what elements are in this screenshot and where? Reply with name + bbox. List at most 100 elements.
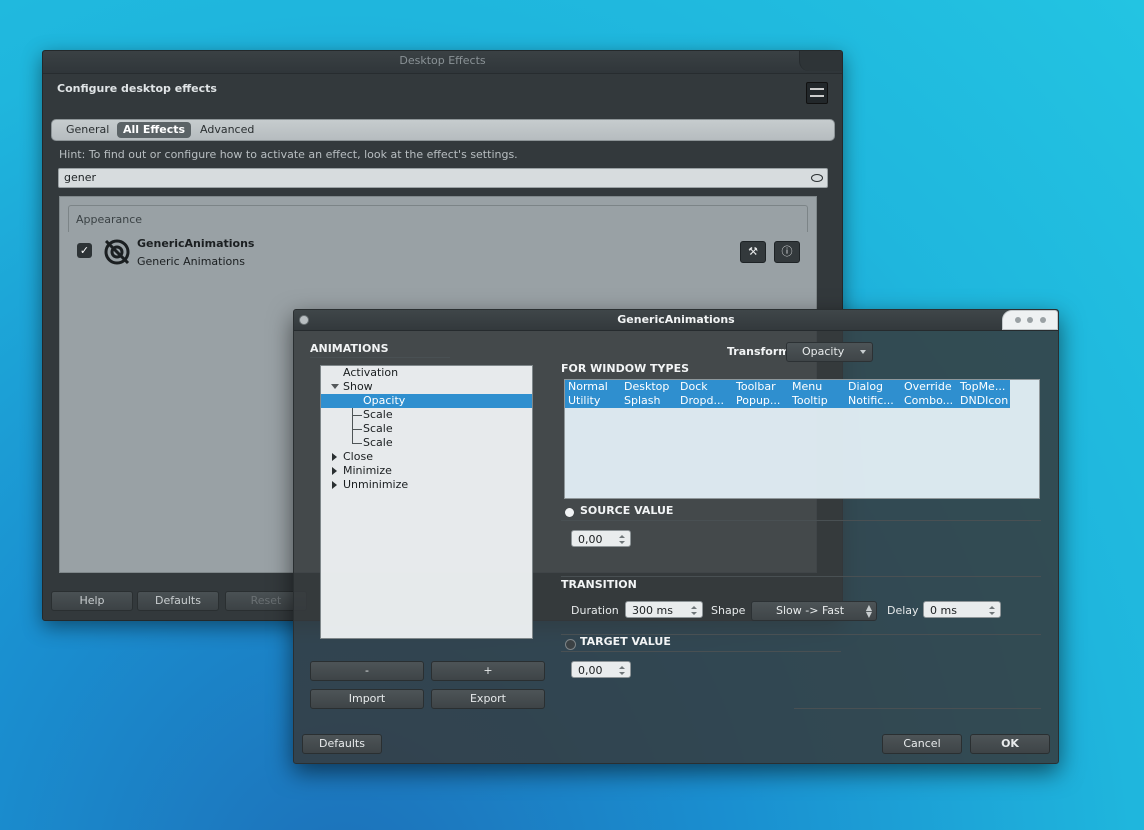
tree-item-show[interactable]: Show (321, 380, 532, 394)
cancel-button[interactable]: Cancel (882, 734, 962, 754)
animation-icon (104, 239, 130, 265)
tab-general[interactable]: General (60, 122, 115, 138)
window-type-item[interactable]: Notific... (845, 394, 904, 408)
transform-select[interactable]: Opacity (786, 342, 873, 362)
window-types-label: FOR WINDOW TYPES (561, 362, 690, 375)
animations-tree[interactable]: Activation Show Opacity Scale Scale Scal… (320, 365, 533, 639)
defaults-button[interactable]: Defaults (302, 734, 382, 754)
source-value-spinbox[interactable]: 0,00 (571, 530, 631, 547)
window-title: Desktop Effects (43, 51, 842, 74)
window-type-item[interactable]: Tooltip (789, 394, 848, 408)
target-value-spinbox[interactable]: 0,00 (571, 661, 631, 678)
effect-enable-checkbox[interactable]: ✓ (77, 243, 92, 258)
source-value-radio[interactable] (565, 508, 574, 517)
target-value-label: TARGET VALUE (580, 635, 671, 648)
window-type-item[interactable]: Popup... (733, 394, 792, 408)
collapsed-arrow-icon[interactable] (332, 453, 337, 461)
spin-up-icon[interactable] (619, 666, 625, 669)
tree-item-activation[interactable]: Activation (321, 366, 532, 380)
remove-animation-button[interactable]: - (310, 661, 424, 681)
updown-arrows-icon: ▲ ▼ (865, 603, 872, 619)
spin-down-icon[interactable] (619, 541, 625, 544)
add-animation-button[interactable]: + (431, 661, 545, 681)
configure-tools-button[interactable]: ⚒ (740, 241, 766, 263)
spin-up-icon[interactable] (691, 606, 697, 609)
window-type-item[interactable]: Normal (565, 380, 624, 394)
tree-item-label: Scale (363, 436, 393, 449)
separator (561, 520, 1041, 521)
clear-eye-icon[interactable] (811, 174, 823, 182)
title-buttons (1002, 310, 1058, 330)
minimize-icon[interactable] (1015, 317, 1021, 323)
window-type-item[interactable]: Dialog (845, 380, 904, 394)
spin-down-icon[interactable] (619, 672, 625, 675)
shape-label: Shape (711, 604, 746, 617)
spin-up-icon[interactable] (619, 535, 625, 538)
duration-value: 300 ms (632, 604, 673, 617)
duration-spinbox[interactable]: 300 ms (625, 601, 703, 618)
window-type-item[interactable]: Desktop (621, 380, 680, 394)
import-button[interactable]: Import (310, 689, 424, 709)
spin-down-icon[interactable] (989, 612, 995, 615)
ok-button[interactable]: OK (970, 734, 1050, 754)
window-type-item[interactable]: Override (901, 380, 960, 394)
separator (794, 708, 1041, 709)
duration-label: Duration (571, 604, 619, 617)
collapsed-arrow-icon[interactable] (332, 481, 337, 489)
dialog-title: GenericAnimations (617, 313, 735, 326)
search-value: gener (64, 171, 97, 184)
tab-all-effects[interactable]: All Effects (117, 122, 192, 138)
window-type-item[interactable]: Utility (565, 394, 624, 408)
separator (561, 651, 841, 652)
tree-item-scale[interactable]: Scale (321, 436, 532, 450)
window-type-item[interactable]: TopMe... (957, 380, 1010, 394)
expanded-arrow-icon[interactable] (331, 384, 339, 389)
source-value-text: 0,00 (578, 533, 603, 546)
tree-item-minimize[interactable]: Minimize (321, 464, 532, 478)
title-corner (799, 51, 842, 71)
search-input[interactable]: gener (58, 168, 828, 188)
tree-item-scale[interactable]: Scale (321, 422, 532, 436)
window-type-item[interactable]: Splash (621, 394, 680, 408)
separator (310, 357, 450, 358)
defaults-button[interactable]: Defaults (137, 591, 219, 611)
spin-up-icon[interactable] (989, 606, 995, 609)
tree-item-close[interactable]: Close (321, 450, 532, 464)
help-button[interactable]: Help (51, 591, 133, 611)
tree-item-label: Activation (343, 366, 399, 379)
tree-item-label: Unminimize (343, 478, 409, 491)
window-type-item[interactable]: Toolbar (733, 380, 792, 394)
tab-bar: General All Effects Advanced (51, 119, 835, 141)
tree-item-opacity[interactable]: Opacity (321, 394, 532, 408)
tree-item-scale[interactable]: Scale (321, 408, 532, 422)
target-value-radio[interactable] (565, 639, 576, 650)
category-group: Appearance (68, 205, 808, 232)
tab-advanced[interactable]: Advanced (194, 122, 260, 138)
tree-item-label: Show (343, 380, 373, 393)
effect-description: Generic Animations (137, 255, 245, 268)
export-button[interactable]: Export (431, 689, 545, 709)
info-button[interactable]: ⓘ (774, 241, 800, 263)
window-type-item[interactable]: DNDIcon (957, 394, 1010, 408)
transition-label: TRANSITION (561, 578, 637, 591)
delay-value: 0 ms (930, 604, 957, 617)
delay-spinbox[interactable]: 0 ms (923, 601, 1001, 618)
shape-select[interactable]: Slow -> Fast ▲ ▼ (751, 601, 877, 621)
window-type-item[interactable]: Menu (789, 380, 848, 394)
tree-item-label: Scale (363, 422, 393, 435)
menu-icon[interactable] (806, 82, 828, 104)
window-types-list[interactable]: Normal Desktop Dock Toolbar Menu Dialog … (564, 379, 1040, 499)
window-type-item[interactable]: Dock (677, 380, 736, 394)
transform-label: Transform (727, 345, 790, 358)
shape-value: Slow -> Fast (776, 604, 845, 617)
close-icon[interactable] (299, 315, 309, 325)
window-type-item[interactable]: Combo... (901, 394, 960, 408)
collapsed-arrow-icon[interactable] (332, 467, 337, 475)
target-value-text: 0,00 (578, 664, 603, 677)
window-type-item[interactable]: Dropd... (677, 394, 736, 408)
spin-down-icon[interactable] (691, 612, 697, 615)
maximize-icon[interactable] (1027, 317, 1033, 323)
tree-item-label: Close (343, 450, 373, 463)
keep-above-icon[interactable] (1040, 317, 1046, 323)
tree-item-unminimize[interactable]: Unminimize (321, 478, 532, 492)
